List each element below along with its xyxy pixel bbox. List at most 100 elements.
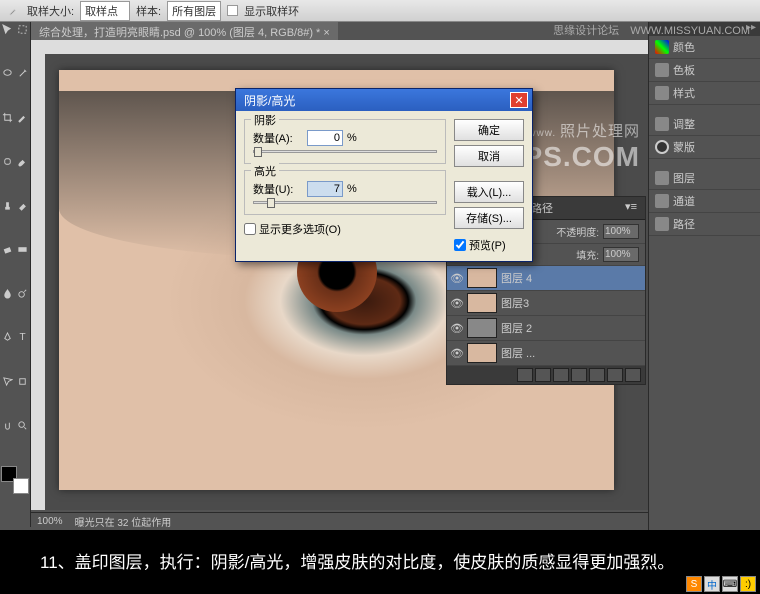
- dialog-title: 阴影/高光: [244, 92, 295, 109]
- dock-styles[interactable]: 样式: [649, 82, 760, 105]
- visibility-icon[interactable]: 👁: [451, 297, 463, 309]
- dialog-titlebar[interactable]: 阴影/高光 ✕: [236, 89, 532, 111]
- eyedropper-tool[interactable]: [15, 110, 30, 125]
- dock-label: 调整: [673, 116, 695, 132]
- layer-name: 图层 4: [501, 270, 532, 286]
- link-icon[interactable]: [517, 368, 533, 382]
- eraser-tool[interactable]: [0, 242, 15, 257]
- zoom-tool[interactable]: [15, 418, 30, 433]
- layer-row[interactable]: 👁 图层 2: [447, 316, 645, 341]
- fill-input[interactable]: [603, 247, 639, 262]
- layer-row[interactable]: 👁 图层 4: [447, 266, 645, 291]
- highlights-group: 高光 数量(U): %: [244, 170, 446, 215]
- tray-icon[interactable]: ⌨: [722, 576, 738, 592]
- group-icon[interactable]: [589, 368, 605, 382]
- system-tray: S 中 ⌨ :): [686, 576, 756, 592]
- layer-name: 图层 2: [501, 320, 532, 336]
- layer-name: 图层3: [501, 295, 529, 311]
- right-dock: ▸▸ 颜色 色板 样式 调整 蒙版 图层 通道 路径: [648, 22, 760, 530]
- status-bar: 100% 曝光只在 32 位起作用: [31, 512, 648, 530]
- percent-label: %: [347, 132, 357, 144]
- path-tool[interactable]: [0, 374, 15, 389]
- adjustment-icon[interactable]: [571, 368, 587, 382]
- show-ring-checkbox[interactable]: [227, 5, 238, 16]
- close-icon[interactable]: ✕: [510, 92, 528, 108]
- highlights-amount-input[interactable]: [307, 181, 343, 197]
- tray-icon[interactable]: 中: [704, 576, 720, 592]
- load-button[interactable]: 载入(L)...: [454, 181, 524, 203]
- dock-swatches[interactable]: 色板: [649, 59, 760, 82]
- layer-row[interactable]: 👁图层 ...: [447, 341, 645, 366]
- heal-tool[interactable]: [0, 154, 15, 169]
- mask-icon[interactable]: [553, 368, 569, 382]
- fill-label: 填充:: [576, 247, 599, 262]
- sample-select[interactable]: 所有图层: [167, 1, 221, 21]
- dock-paths[interactable]: 路径: [649, 213, 760, 236]
- new-layer-icon[interactable]: [607, 368, 623, 382]
- layer-thumbnail: [467, 293, 497, 313]
- layers-footer: [447, 366, 645, 384]
- trash-icon[interactable]: [625, 368, 641, 382]
- save-button[interactable]: 存储(S)...: [454, 207, 524, 229]
- sample-size-select[interactable]: 取样点: [80, 1, 130, 21]
- visibility-icon[interactable]: 👁: [451, 347, 463, 359]
- highlights-slider[interactable]: [253, 201, 437, 204]
- shadows-amount-input[interactable]: [307, 130, 343, 146]
- opacity-input[interactable]: [603, 224, 639, 239]
- crop-tool[interactable]: [0, 110, 15, 125]
- zoom-level[interactable]: 100%: [37, 516, 63, 527]
- shadows-slider[interactable]: [253, 150, 437, 153]
- dock-masks[interactable]: 蒙版: [649, 136, 760, 159]
- fx-icon[interactable]: [535, 368, 551, 382]
- adjustments-icon: [655, 117, 669, 131]
- tray-icon[interactable]: S: [686, 576, 702, 592]
- stamp-tool[interactable]: [0, 198, 15, 213]
- dock-color[interactable]: 颜色: [649, 36, 760, 59]
- percent-label: %: [347, 183, 357, 195]
- sample-label: 样本:: [136, 3, 161, 19]
- marquee-tool[interactable]: [15, 22, 30, 37]
- type-tool[interactable]: T: [15, 330, 30, 345]
- dock-label: 路径: [673, 216, 695, 232]
- visibility-icon[interactable]: 👁: [451, 272, 463, 284]
- more-options-label: 显示更多选项(O): [259, 221, 341, 237]
- opacity-label: 不透明度:: [556, 224, 599, 239]
- brush-tool[interactable]: [15, 154, 30, 169]
- shadows-amount-label: 数量(A):: [253, 130, 303, 146]
- visibility-icon[interactable]: 👁: [451, 322, 463, 334]
- more-options-checkbox[interactable]: [244, 223, 256, 235]
- move-tool[interactable]: [0, 22, 15, 37]
- highlights-amount-label: 数量(U):: [253, 181, 303, 197]
- preview-checkbox[interactable]: [454, 239, 466, 251]
- document-tab[interactable]: 综合处理，打造明亮眼睛.psd @ 100% (图层 4, RGB/8#) * …: [31, 21, 338, 42]
- watermark-cn: 照片处理网: [560, 123, 640, 140]
- channels-icon: [655, 194, 669, 208]
- history-brush-tool[interactable]: [15, 198, 30, 213]
- dodge-tool[interactable]: [15, 286, 30, 301]
- pen-tool[interactable]: [0, 330, 15, 345]
- gradient-tool[interactable]: [15, 242, 30, 257]
- panel-menu-icon[interactable]: ▾≡: [617, 197, 645, 219]
- show-ring-label: 显示取样环: [244, 3, 299, 19]
- tray-icon[interactable]: :): [740, 576, 756, 592]
- layer-thumbnail: [467, 318, 497, 338]
- dock-label: 蒙版: [673, 139, 695, 155]
- wand-tool[interactable]: [15, 66, 30, 81]
- layer-thumbnail: [467, 343, 497, 363]
- dock-channels[interactable]: 通道: [649, 190, 760, 213]
- shadows-group-title: 阴影: [251, 112, 279, 128]
- hand-tool[interactable]: [0, 418, 15, 433]
- layer-row[interactable]: 👁 图层3: [447, 291, 645, 316]
- ruler-horizontal: [31, 40, 648, 54]
- shape-tool[interactable]: [15, 374, 30, 389]
- dock-label: 样式: [673, 85, 695, 101]
- dock-layers[interactable]: 图层: [649, 167, 760, 190]
- layers-icon: [655, 171, 669, 185]
- dock-adjustments[interactable]: 调整: [649, 113, 760, 136]
- ok-button[interactable]: 确定: [454, 119, 524, 141]
- step-text: 盖印图层，执行：阴影/高光，增强皮肤的对比度，使皮肤的质感显得更加强烈。: [75, 553, 675, 572]
- cancel-button[interactable]: 取消: [454, 145, 524, 167]
- lasso-tool[interactable]: [0, 66, 15, 81]
- color-swatches[interactable]: [1, 466, 29, 494]
- blur-tool[interactable]: [0, 286, 15, 301]
